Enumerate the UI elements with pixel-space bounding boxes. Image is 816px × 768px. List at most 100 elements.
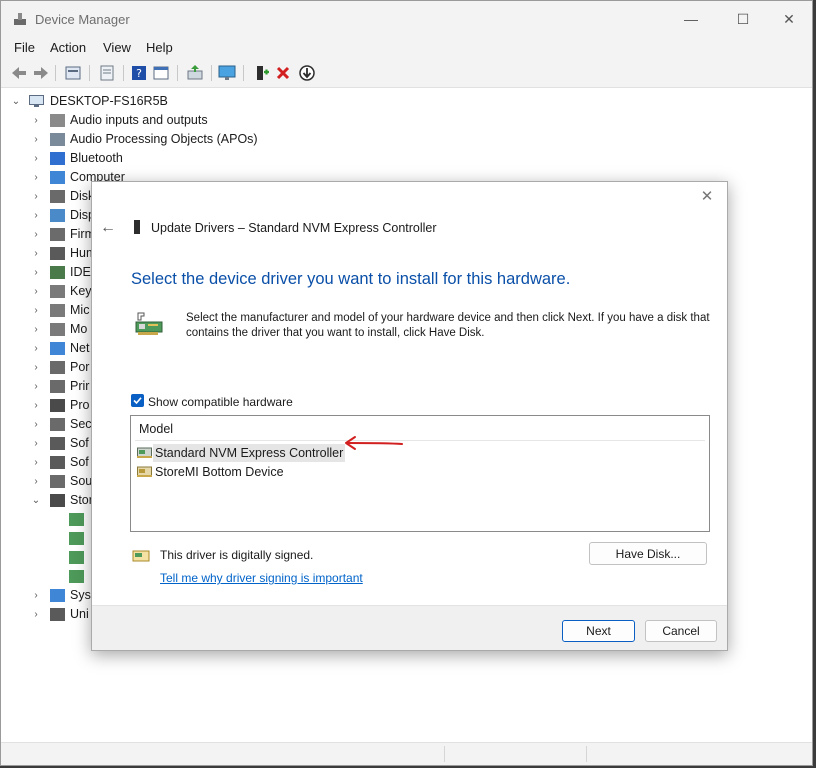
tree-item-label: Stor: [70, 493, 93, 507]
menu-view[interactable]: View: [103, 40, 131, 55]
device-category-icon: [50, 437, 65, 450]
device-category-icon: [50, 399, 65, 412]
device-category-icon: [50, 266, 65, 279]
download-icon[interactable]: [297, 63, 317, 83]
device-category-icon: [69, 551, 84, 564]
chevron-right-icon[interactable]: ›: [31, 111, 41, 130]
chevron-right-icon[interactable]: ›: [31, 282, 41, 301]
chevron-right-icon[interactable]: ›: [31, 586, 41, 605]
device-category-icon: [50, 380, 65, 393]
toolbar-separator: [177, 65, 178, 81]
device-category-icon: [69, 532, 84, 545]
model-listbox[interactable]: Model Standard NVM Express Controller St…: [130, 415, 710, 532]
chevron-right-icon[interactable]: ›: [31, 320, 41, 339]
chevron-right-icon[interactable]: ›: [31, 453, 41, 472]
device-category-icon: [50, 228, 65, 241]
device-category-icon: [69, 570, 84, 583]
chevron-right-icon[interactable]: ›: [31, 358, 41, 377]
dialog-header-title: Update Drivers – Standard NVM Express Co…: [151, 221, 437, 235]
back-arrow-icon[interactable]: ←: [98, 218, 118, 238]
chevron-right-icon[interactable]: ›: [31, 339, 41, 358]
chevron-right-icon[interactable]: ›: [31, 434, 41, 453]
show-compatible-checkbox[interactable]: [131, 394, 144, 407]
device-category-icon: [50, 190, 65, 203]
have-disk-button[interactable]: Have Disk...: [589, 542, 707, 565]
chevron-right-icon[interactable]: ›: [31, 149, 41, 168]
device-category-icon: [50, 133, 65, 146]
update-drivers-dialog: ✕ ← Update Drivers – Standard NVM Expres…: [91, 181, 728, 651]
menu-bar: File Action View Help: [1, 37, 812, 59]
device-category-icon: [50, 171, 65, 184]
chevron-right-icon[interactable]: ›: [31, 187, 41, 206]
model-label: StoreMI Bottom Device: [155, 465, 284, 479]
chevron-down-icon[interactable]: ⌄: [31, 491, 41, 510]
driver-signing-link[interactable]: Tell me why driver signing is important: [160, 571, 363, 585]
chevron-right-icon[interactable]: ›: [31, 377, 41, 396]
menu-file[interactable]: File: [14, 40, 35, 55]
help-icon[interactable]: ?: [129, 63, 149, 83]
tree-item-label: Sof: [70, 436, 89, 450]
update-driver-icon[interactable]: [185, 63, 205, 83]
chevron-right-icon[interactable]: ›: [31, 605, 41, 624]
tree-item-label: Net: [70, 341, 90, 355]
tree-item-label: Sou: [70, 474, 93, 488]
toolbar-separator: [55, 65, 56, 81]
menu-action[interactable]: Action: [50, 40, 86, 55]
details-view-icon[interactable]: [151, 63, 171, 83]
add-driver-icon[interactable]: [251, 63, 271, 83]
storage-controller-icon: [134, 220, 140, 234]
menu-help[interactable]: Help: [146, 40, 173, 55]
device-category-icon: [50, 494, 65, 507]
digital-signature-icon: [132, 550, 150, 562]
tree-root-label: DESKTOP-FS16R5B: [50, 94, 168, 108]
chevron-right-icon[interactable]: ›: [31, 415, 41, 434]
show-compatible-label[interactable]: Show compatible hardware: [148, 395, 293, 409]
forward-arrow-icon[interactable]: [31, 63, 51, 83]
chevron-right-icon[interactable]: ›: [31, 472, 41, 491]
model-label: Standard NVM Express Controller: [153, 444, 346, 462]
chevron-right-icon[interactable]: ›: [31, 168, 41, 187]
device-category-icon: [50, 475, 65, 488]
toolbar-separator: [89, 65, 90, 81]
tree-item-label: Sec: [70, 417, 92, 431]
device-category-icon: [50, 608, 65, 621]
checkmark-icon: [133, 397, 142, 405]
properties-icon[interactable]: [63, 63, 83, 83]
tree-item-label: Sof: [70, 455, 89, 469]
status-bar: [1, 742, 812, 765]
chevron-right-icon[interactable]: ›: [31, 301, 41, 320]
tree-item-label: Audio Processing Objects (APOs): [70, 132, 258, 146]
close-window-button[interactable]: ✕: [769, 7, 809, 31]
device-category-icon: [50, 361, 65, 374]
minimize-button[interactable]: —: [671, 7, 711, 31]
dialog-close-button[interactable]: ✕: [695, 186, 719, 208]
cancel-button[interactable]: Cancel: [645, 620, 717, 642]
device-manager-app-icon: [14, 13, 26, 25]
dialog-heading: Select the device driver you want to ins…: [131, 270, 571, 288]
status-divider: [586, 746, 587, 762]
chevron-right-icon[interactable]: ›: [31, 244, 41, 263]
chevron-down-icon[interactable]: ⌄: [11, 92, 21, 111]
toolbar: ?: [1, 59, 812, 88]
tree-item-label: Mo: [70, 322, 88, 336]
chevron-right-icon[interactable]: ›: [31, 206, 41, 225]
view-icon[interactable]: [97, 63, 117, 83]
storage-controller-icon: [137, 447, 152, 458]
dialog-instructions: Select the manufacturer and model of you…: [186, 312, 710, 339]
tree-item-label: Por: [70, 360, 90, 374]
chevron-right-icon[interactable]: ›: [31, 225, 41, 244]
chevron-right-icon[interactable]: ›: [31, 263, 41, 282]
device-category-icon: [50, 209, 65, 222]
back-arrow-icon[interactable]: [9, 63, 29, 83]
uninstall-icon[interactable]: [273, 63, 293, 83]
monitor-icon[interactable]: [217, 63, 237, 83]
chevron-right-icon[interactable]: ›: [31, 130, 41, 149]
red-annotation-arrow: [345, 436, 403, 450]
chevron-right-icon[interactable]: ›: [31, 396, 41, 415]
model-column-header[interactable]: Model: [139, 422, 173, 436]
next-button[interactable]: Next: [562, 620, 635, 642]
maximize-button[interactable]: ☐: [723, 7, 763, 31]
tree-item-label: Bluetooth: [70, 151, 123, 165]
device-category-icon: [50, 152, 65, 165]
signed-status-text: This driver is digitally signed.: [160, 548, 314, 562]
